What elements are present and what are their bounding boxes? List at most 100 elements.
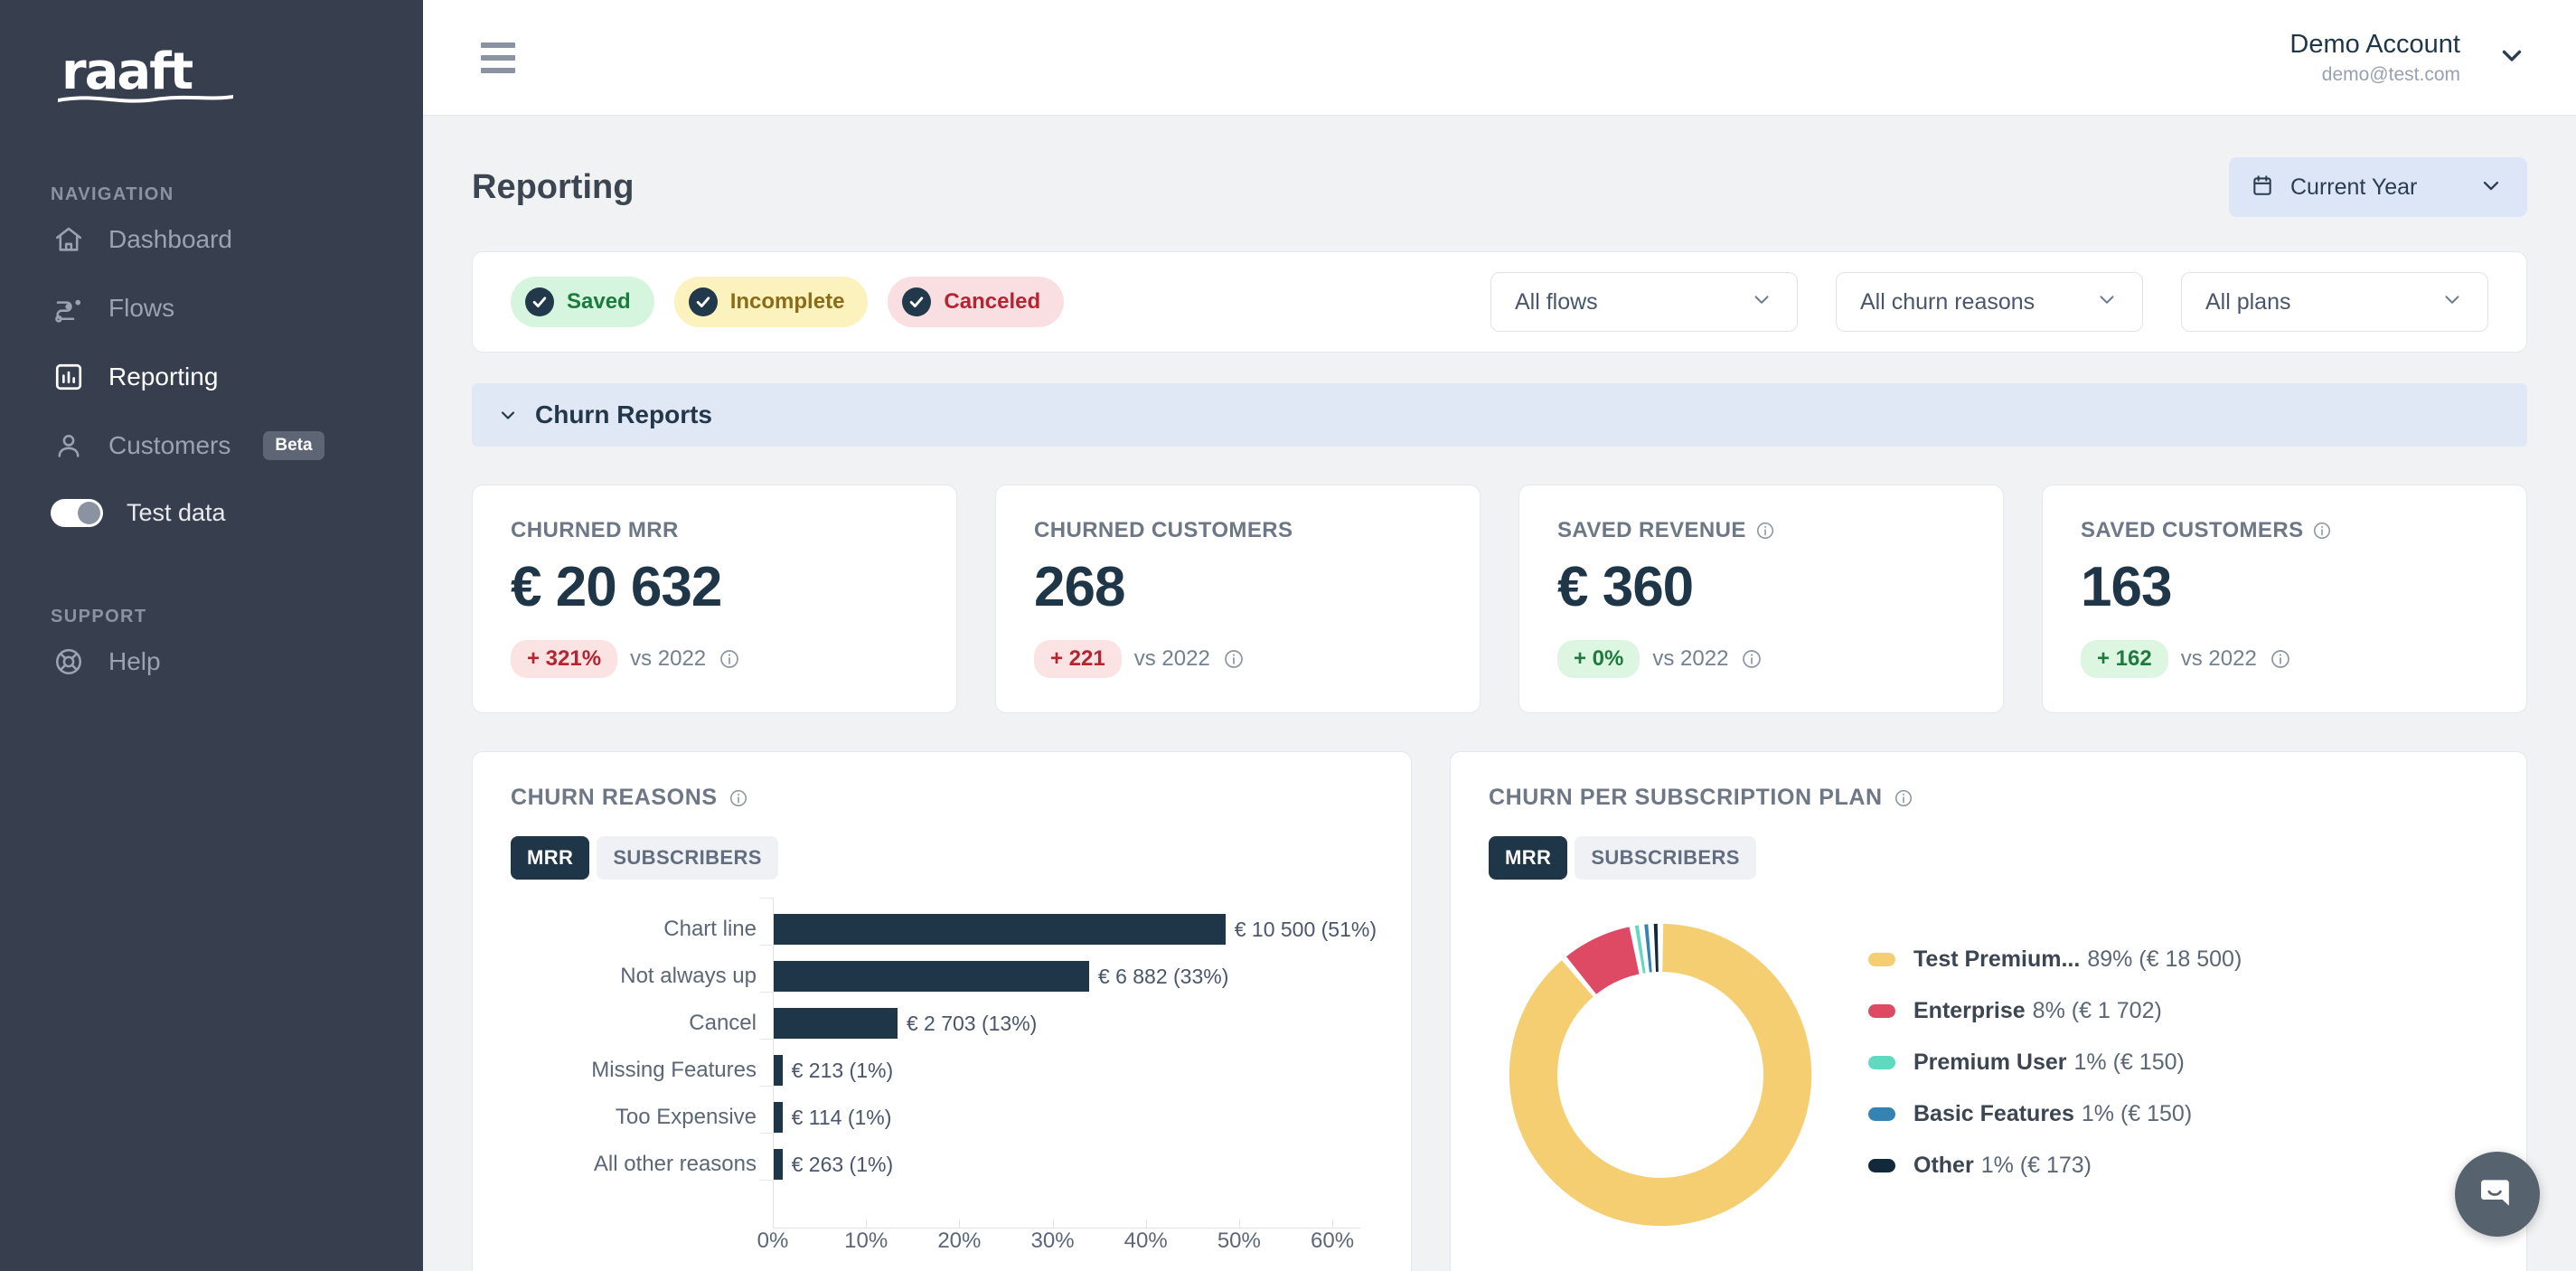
check-circle-icon <box>902 287 932 316</box>
sidebar-item-reporting[interactable]: Reporting <box>0 343 423 411</box>
status-pill-saved[interactable]: Saved <box>511 277 654 327</box>
sidebar-item-customers[interactable]: Customers Beta <box>0 411 423 480</box>
chevron-down-icon[interactable] <box>1750 287 1773 317</box>
period-selector[interactable]: Current Year <box>2229 157 2527 217</box>
kpi-value: € 360 <box>1557 556 1694 618</box>
info-icon[interactable] <box>1755 521 1775 541</box>
card-title-text: CHURN REASONS <box>511 785 718 811</box>
card-title-text: CHURN PER SUBSCRIPTION PLAN <box>1489 785 1883 811</box>
x-axis-tick-mark <box>959 1219 961 1229</box>
info-icon[interactable] <box>729 788 748 808</box>
bar-fill <box>773 1149 783 1181</box>
kpi-value: 268 <box>1034 556 1125 618</box>
info-icon[interactable] <box>2270 648 2291 670</box>
legend-item[interactable]: Other 1% (€ 173) <box>1868 1153 2242 1179</box>
kpi-card-churned-mrr: CHURNED MRR € 20 632 + 321% vs 2022 <box>472 485 957 714</box>
axis-gridline <box>760 1133 773 1134</box>
kpi-card-saved-customers: SAVED CUSTOMERS 163 + 162 vs 2022 <box>2042 485 2527 714</box>
x-axis-ticks: 0% 10% 20% 30% 40% 50% 60% <box>757 1219 1377 1268</box>
kpi-delta-badge: + 321% <box>511 640 618 679</box>
kpi-delta-badge: + 0% <box>1557 640 1641 679</box>
x-axis-tick-label: 10% <box>844 1229 888 1254</box>
status-pill-label: Canceled <box>944 289 1041 314</box>
bar-fill <box>773 914 1226 946</box>
chevron-down-icon[interactable] <box>2095 287 2119 317</box>
chevron-down-icon[interactable] <box>2478 173 2504 202</box>
kpi-footer: + 321% vs 2022 <box>511 640 922 679</box>
axis-gridline <box>760 945 773 946</box>
account-menu[interactable]: Demo Account demo@test.com <box>2289 28 2527 88</box>
legend-label: Premium User <box>1913 1049 2067 1075</box>
x-axis-tick-label: 20% <box>937 1229 982 1254</box>
x-axis-tick-label: 60% <box>1311 1229 1355 1254</box>
kpi-label: CHURNED CUSTOMERS <box>1034 518 1445 543</box>
tab-mrr[interactable]: MRR <box>1489 836 1568 880</box>
page-header: Reporting Current Year <box>472 116 2527 251</box>
page-title: Reporting <box>472 167 635 206</box>
bar-value-label: € 213 (1%) <box>791 1058 894 1082</box>
kpi-card-churned-customers: CHURNED CUSTOMERS 268 + 221 vs 2022 <box>995 485 1481 714</box>
info-icon[interactable] <box>719 648 740 670</box>
donut-slice[interactable] <box>1509 923 1812 1227</box>
kpi-card-saved-revenue: SAVED REVENUE € 360 + 0% vs 2022 <box>1518 485 2004 714</box>
kpi-comparison-label: vs 2022 <box>1133 646 1210 672</box>
churn-reasons-card: CHURN REASONS MRR SUBSCRIBERS Chart line… <box>472 751 1412 1271</box>
legend-label: Test Premium... <box>1913 946 2081 972</box>
churn-reasons-select[interactable]: All churn reasons <box>1836 272 2143 332</box>
legend-color-swatch <box>1868 1055 1895 1069</box>
tab-mrr[interactable]: MRR <box>511 836 590 880</box>
bar-value-label: € 10 500 (51%) <box>1234 917 1377 941</box>
status-pill-incomplete[interactable]: Incomplete <box>673 277 869 327</box>
app-root: raaft NAVIGATION Dashboard Flows Reporti… <box>0 0 2576 1271</box>
legend-item[interactable]: Test Premium... 89% (€ 18 500) <box>1868 946 2242 973</box>
chevron-down-icon[interactable] <box>2440 287 2464 317</box>
legend-color-swatch <box>1868 1158 1895 1172</box>
sidebar-item-flows[interactable]: Flows <box>0 274 423 343</box>
donut-area: Test Premium... 89% (€ 18 500) Enterprise 8… <box>1489 903 2492 1247</box>
sidebar: raaft NAVIGATION Dashboard Flows Reporti… <box>0 0 423 1271</box>
donut-slice[interactable] <box>1644 924 1652 973</box>
kpi-cards: CHURNED MRR € 20 632 + 321% vs 2022 CHUR… <box>472 485 2527 714</box>
bar-chart-row: Too Expensive € 114 (1%) <box>511 1095 1377 1140</box>
legend-item[interactable]: Enterprise 8% (€ 1 702) <box>1868 998 2242 1024</box>
logo[interactable]: raaft <box>0 0 423 103</box>
x-axis-tick-label: 0% <box>757 1229 789 1254</box>
kpi-comparison-label: vs 2022 <box>1652 646 1729 672</box>
plans-select[interactable]: All plans <box>2181 272 2488 332</box>
churn-reports-section-header[interactable]: Churn Reports <box>472 383 2527 447</box>
flows-select[interactable]: All flows <box>1490 272 1798 332</box>
charts-row: CHURN REASONS MRR SUBSCRIBERS Chart line… <box>472 751 2527 1271</box>
legend-label: Enterprise <box>1913 997 2026 1023</box>
check-circle-icon <box>525 287 554 316</box>
kpi-label-text: CHURNED MRR <box>511 518 679 542</box>
account-email: demo@test.com <box>2321 63 2460 85</box>
donut-slice[interactable] <box>1653 923 1659 973</box>
kpi-value: € 20 632 <box>511 556 722 618</box>
sidebar-item-dashboard[interactable]: Dashboard <box>0 205 423 274</box>
hamburger-icon[interactable] <box>472 33 524 82</box>
page-content: Reporting Current Year Saved Incomplete … <box>423 116 2576 1271</box>
churn-per-plan-donut-chart <box>1509 923 1812 1227</box>
toggle-switch[interactable] <box>51 498 103 527</box>
chat-bubble-icon[interactable] <box>2455 1152 2540 1237</box>
filter-selects: All flows All churn reasons All plans <box>1490 272 2488 332</box>
status-pill-canceled[interactable]: Canceled <box>888 277 1065 327</box>
axis-gridline <box>760 1039 773 1040</box>
bar-category-label: Too Expensive <box>615 1105 757 1130</box>
legend-item[interactable]: Premium User 1% (€ 150) <box>1868 1050 2242 1076</box>
check-circle-icon <box>688 287 718 316</box>
info-icon[interactable] <box>1223 648 1245 670</box>
test-data-toggle[interactable]: Test data <box>0 484 423 541</box>
toggle-label: Test data <box>127 498 226 526</box>
info-icon[interactable] <box>2312 521 2332 541</box>
chevron-down-icon[interactable] <box>2496 40 2527 75</box>
info-icon[interactable] <box>1741 648 1763 670</box>
tab-subscribers[interactable]: SUBSCRIBERS <box>1575 836 1756 880</box>
chevron-down-icon[interactable] <box>497 404 519 426</box>
tab-subscribers[interactable]: SUBSCRIBERS <box>597 836 778 880</box>
info-icon[interactable] <box>1894 788 1913 808</box>
legend-item[interactable]: Basic Features 1% (€ 150) <box>1868 1101 2242 1127</box>
legend-color-swatch <box>1868 952 1895 966</box>
sidebar-item-help[interactable]: Help <box>0 627 423 696</box>
bar-category-label: Chart line <box>663 917 757 942</box>
